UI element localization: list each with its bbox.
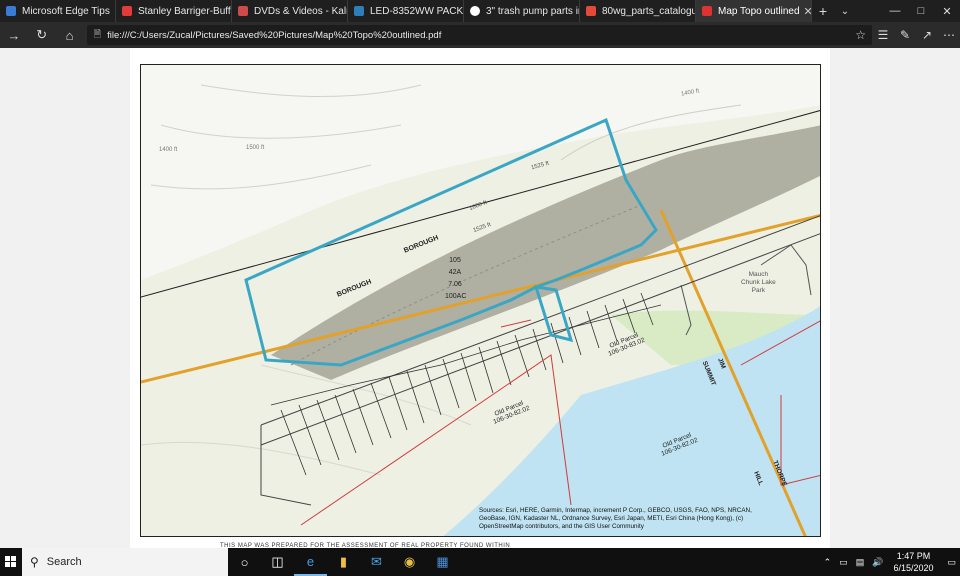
close-window-icon[interactable]: ✕ bbox=[934, 0, 960, 22]
share-icon[interactable]: ↗ bbox=[916, 28, 938, 42]
new-tab-button[interactable]: + bbox=[812, 0, 834, 22]
tab-label: DVDs & Videos - Kalm bbox=[254, 5, 348, 17]
map-canvas bbox=[141, 65, 820, 536]
volume-icon[interactable]: 🔊 bbox=[872, 557, 883, 568]
task-view-icon[interactable]: ◫ bbox=[261, 548, 294, 576]
google-icon bbox=[470, 6, 480, 16]
maximize-icon[interactable]: □ bbox=[908, 0, 934, 22]
store-icon[interactable]: ▦ bbox=[426, 548, 459, 576]
system-tray: ⌃ ▭ ▤ 🔊 1:47 PM 6/15/2020 ▭ bbox=[820, 550, 960, 574]
url-field[interactable]: 🗎 file:///C:/Users/Zucal/Pictures/Saved%… bbox=[87, 25, 873, 45]
taskbar-search[interactable]: ⚲ Search bbox=[22, 548, 228, 576]
notifications-icon[interactable]: ▭ bbox=[947, 557, 956, 568]
clock[interactable]: 1:47 PM 6/15/2020 bbox=[893, 550, 933, 574]
more-icon[interactable]: ⋯ bbox=[938, 28, 960, 42]
pdf-page: BOROUGH BOROUGH 105 42A 7.06 100AC 1400 … bbox=[130, 48, 830, 549]
tab-label: 3" trash pump parts im bbox=[486, 5, 580, 17]
chevron-up-icon[interactable]: ⌃ bbox=[824, 557, 832, 568]
minimize-icon[interactable]: — bbox=[882, 0, 908, 22]
clock-date: 6/15/2020 bbox=[893, 563, 934, 573]
dvd-icon bbox=[238, 6, 248, 16]
url-text: file:///C:/Users/Zucal/Pictures/Saved%20… bbox=[107, 29, 442, 41]
back-icon[interactable]: → bbox=[0, 22, 28, 48]
tab-bar: Microsoft Edge Tips Stanley Barriger-Buf… bbox=[0, 0, 960, 22]
file-explorer-icon[interactable]: ▮ bbox=[327, 548, 360, 576]
tab-parts-catalogue[interactable]: 80wg_parts_catalogue| bbox=[580, 0, 696, 22]
map-sources: Sources: Esri, HERE, Garmin, Intermap, i… bbox=[479, 507, 819, 531]
network-icon[interactable]: ▤ bbox=[856, 557, 865, 568]
bulb-icon bbox=[354, 6, 364, 16]
parcel-acres: 100AC bbox=[445, 293, 467, 300]
sources-line: Sources: Esri, HERE, Garmin, Intermap, i… bbox=[479, 507, 752, 514]
tab-label: Microsoft Edge Tips bbox=[22, 5, 110, 17]
tab-label: Map Topo outlined bbox=[718, 5, 800, 17]
tab-label: LED-8352WW PACK OF bbox=[370, 5, 464, 17]
refresh-icon[interactable]: ↻ bbox=[28, 22, 56, 48]
contour-label: 1500 ft bbox=[246, 145, 265, 151]
tab-edge-tips[interactable]: Microsoft Edge Tips bbox=[0, 0, 116, 22]
windows-start-icon[interactable] bbox=[0, 548, 22, 576]
toolbar-right: ☰ ✎ ↗ ⋯ bbox=[872, 28, 960, 42]
topo-map[interactable]: BOROUGH BOROUGH 105 42A 7.06 100AC 1400 … bbox=[140, 64, 821, 537]
parcel-number: 7.06 bbox=[448, 281, 462, 288]
edge-tips-icon bbox=[6, 6, 16, 16]
chrome-icon[interactable]: ◉ bbox=[393, 548, 426, 576]
chevron-down-icon[interactable]: ⌄ bbox=[834, 0, 856, 22]
pdf-viewer: BOROUGH BOROUGH 105 42A 7.06 100AC 1400 … bbox=[0, 48, 960, 549]
tab-trash-pump[interactable]: 3" trash pump parts im bbox=[464, 0, 580, 22]
star-icon[interactable]: ☆ bbox=[855, 28, 866, 42]
park-name: Park bbox=[751, 287, 766, 294]
sources-line: OpenStreetMap contributors, and the GIS … bbox=[479, 523, 644, 530]
cortana-icon[interactable]: ○ bbox=[228, 548, 261, 576]
clock-time: 1:47 PM bbox=[896, 551, 931, 561]
search-placeholder: Search bbox=[46, 556, 82, 568]
parcel-info: 105 42A 7.06 100AC bbox=[445, 255, 467, 303]
search-icon: ⚲ bbox=[30, 555, 39, 569]
tab-map-topo[interactable]: Map Topo outlined ✕ bbox=[696, 0, 812, 22]
address-bar: → ↻ ⌂ 🗎 file:///C:/Users/Zucal/Pictures/… bbox=[0, 22, 960, 48]
tab-dvds[interactable]: DVDs & Videos - Kalm bbox=[232, 0, 348, 22]
home-icon[interactable]: ⌂ bbox=[56, 22, 84, 48]
contour-label: 1400 ft bbox=[159, 147, 178, 153]
park-label: Mauch Chunk Lake Park bbox=[741, 271, 776, 295]
park-name: Chunk Lake bbox=[741, 279, 776, 286]
pdf-icon bbox=[586, 6, 596, 16]
document-icon: 🗎 bbox=[93, 29, 102, 40]
tab-stanley[interactable]: Stanley Barriger-Buffalo bbox=[116, 0, 232, 22]
favorites-icon[interactable]: ☰ bbox=[872, 28, 894, 42]
mail-icon[interactable]: ✉ bbox=[360, 548, 393, 576]
edge-browser-icon[interactable]: e bbox=[294, 548, 327, 576]
close-icon[interactable]: ✕ bbox=[800, 5, 811, 18]
pen-icon[interactable]: ✎ bbox=[894, 28, 916, 42]
tab-label: Stanley Barriger-Buffalo bbox=[138, 5, 231, 17]
parcel-block: 42A bbox=[448, 269, 462, 276]
battery-icon[interactable]: ▭ bbox=[839, 557, 848, 568]
tab-label: 80wg_parts_catalogue| bbox=[602, 5, 696, 17]
video-icon bbox=[122, 6, 132, 16]
window-controls: — □ ✕ bbox=[882, 0, 960, 22]
taskbar: ⚲ Search ○ ◫ e ▮ ✉ ◉ ▦ ⌃ ▭ ▤ 🔊 1:47 PM 6… bbox=[0, 548, 960, 576]
pdf-icon bbox=[702, 6, 712, 16]
parcel-id: 105 bbox=[449, 257, 461, 264]
tab-led[interactable]: LED-8352WW PACK OF bbox=[348, 0, 464, 22]
sources-line: GeoBase, IGN, Kadaster NL, Ordnance Surv… bbox=[479, 515, 744, 522]
park-name: Mauch bbox=[748, 271, 769, 278]
